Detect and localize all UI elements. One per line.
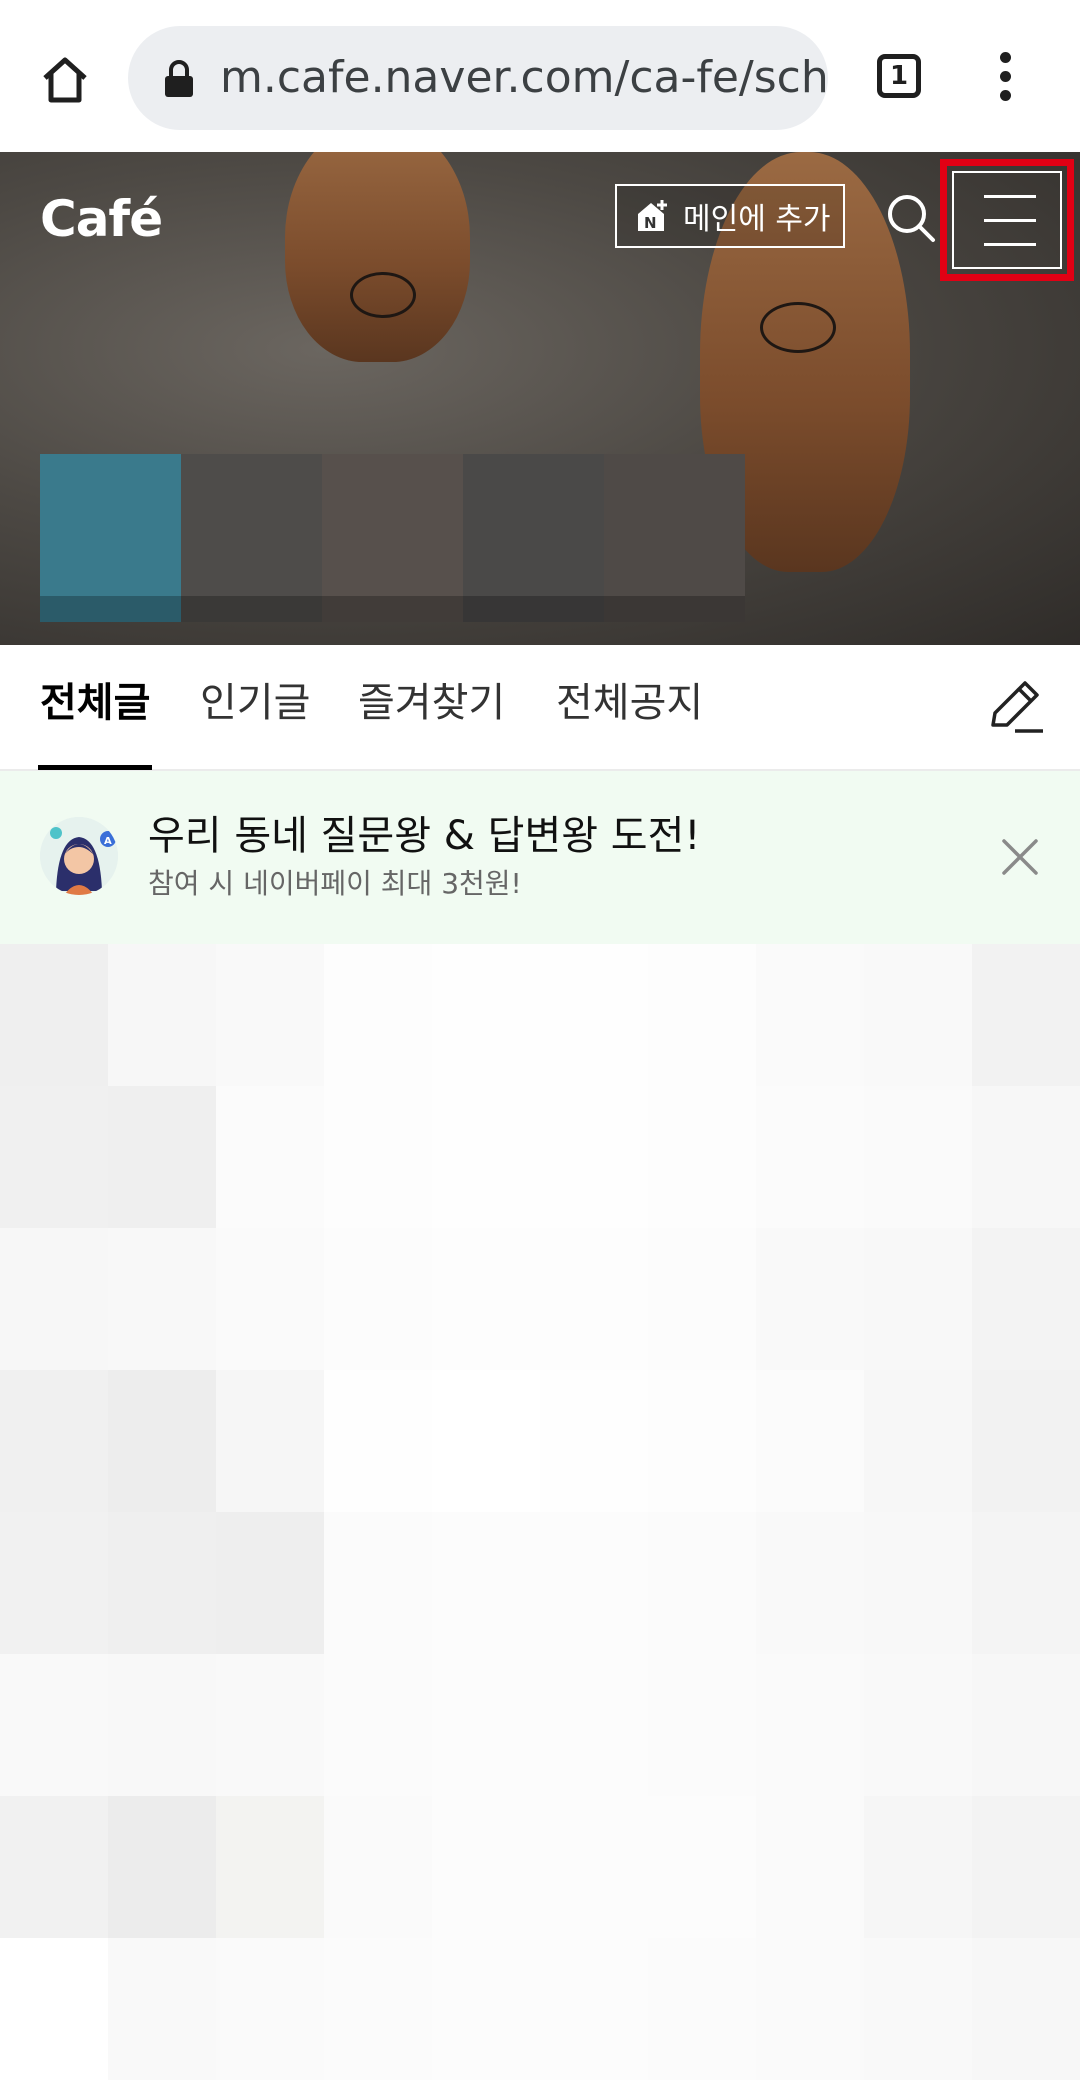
hamburger-menu-icon	[952, 171, 1062, 269]
event-banner[interactable]: A 우리 동네 질문왕 & 답변왕 도전! 참여 시 네이버페이 최대 3천원!	[0, 771, 1080, 944]
address-bar[interactable]: m.cafe.naver.com/ca-fe/sch4	[128, 26, 828, 130]
add-to-main-label: 메인에 추가	[683, 202, 831, 237]
add-to-main-button[interactable]: N 메인에 추가	[615, 184, 845, 248]
home-icon	[43, 57, 87, 103]
board-tabs: 전체글 인기글 즐겨찾기 전체공지	[0, 645, 1080, 771]
lock-icon	[165, 60, 193, 97]
close-icon	[1002, 839, 1038, 875]
browser-toolbar: m.cafe.naver.com/ca-fe/sch4 1	[0, 0, 1080, 154]
cover-image-detail	[350, 272, 416, 318]
tab-popular[interactable]: 인기글	[200, 677, 310, 729]
search-icon	[888, 195, 935, 242]
cover-image-detail	[760, 302, 836, 353]
more-options-button[interactable]	[990, 52, 1020, 102]
tab-all-posts[interactable]: 전체글	[40, 677, 150, 729]
svg-text:A: A	[104, 836, 112, 847]
cafe-logo[interactable]: Café	[40, 190, 163, 248]
write-post-button[interactable]	[985, 675, 1047, 737]
cafe-name-censored	[40, 454, 762, 622]
naver-add-icon: N	[638, 200, 667, 232]
url-text: m.cafe.naver.com/ca-fe/sch4	[220, 52, 828, 103]
home-button[interactable]	[30, 45, 100, 115]
banner-title: 우리 동네 질문왕 & 답변왕 도전!	[148, 813, 701, 859]
tab-switcher-button[interactable]: 1	[877, 54, 921, 98]
post-list-censored	[0, 944, 1080, 2080]
cafe-cover: Café N 메인에 추가	[0, 152, 1080, 645]
svg-text:N: N	[644, 214, 657, 232]
active-tab-indicator	[38, 765, 152, 770]
cover-image-detail	[285, 152, 470, 362]
tab-favorites[interactable]: 즐겨찾기	[358, 677, 505, 729]
search-button[interactable]	[885, 192, 937, 244]
pencil-icon	[991, 681, 1043, 733]
banner-character-avatar: A	[40, 817, 118, 895]
close-banner-button[interactable]	[998, 835, 1042, 879]
menu-button[interactable]	[940, 159, 1074, 281]
banner-subtitle: 참여 시 네이버페이 최대 3천원!	[148, 867, 522, 900]
tab-all-notices[interactable]: 전체공지	[556, 677, 703, 729]
